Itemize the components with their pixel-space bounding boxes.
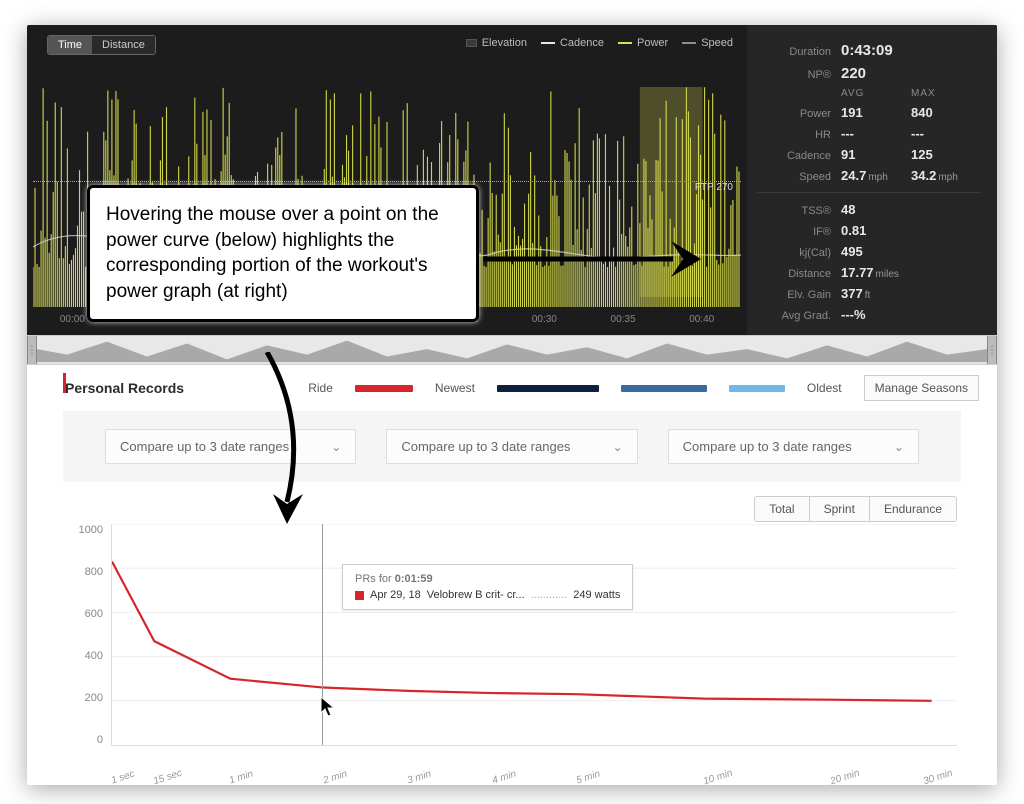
duration-value: 0:43:09 — [841, 42, 981, 59]
cadence-avg: 91 — [841, 147, 911, 162]
speed-avg: 24.7mph — [841, 168, 911, 183]
pr-title: Personal Records — [65, 380, 184, 396]
tab-total[interactable]: Total — [755, 497, 808, 521]
stats-panel: Duration 0:43:09 NP® 220 AVG MAX Power 1… — [747, 25, 997, 335]
toggle-distance[interactable]: Distance — [92, 36, 155, 54]
speed-max: 34.2mph — [911, 168, 981, 183]
manage-seasons-button[interactable]: Manage Seasons — [864, 375, 979, 401]
tab-sprint[interactable]: Sprint — [809, 497, 869, 521]
legend-elevation[interactable]: Elevation — [466, 37, 527, 49]
np-value: 220 — [841, 65, 981, 82]
x-axis-toggle[interactable]: Time Distance — [47, 35, 156, 55]
personal-records-panel: Personal Records Ride Newest Oldest Mana… — [27, 365, 997, 776]
duration-label: Duration — [757, 46, 841, 58]
annotation-arrow-down — [247, 352, 327, 532]
power-curve-tooltip: PRs for 0:01:59 Apr 29, 18 Velobrew B cr… — [342, 564, 633, 610]
annotation-callout: Hovering the mouse over a point on the p… — [87, 185, 479, 322]
ride-bar — [355, 385, 413, 392]
chevron-down-icon: ⌄ — [894, 440, 904, 454]
compare-ranges-row: Compare up to 3 date ranges⌄ Compare up … — [63, 411, 961, 482]
annotation-arrow-right — [483, 229, 703, 289]
power-curve-chart[interactable]: Total Sprint Endurance 10008006004002000 — [63, 496, 961, 776]
tab-endurance[interactable]: Endurance — [869, 497, 956, 521]
season-bar-mid — [621, 385, 707, 392]
power-max: 840 — [911, 105, 981, 120]
y-axis: 10008006004002000 — [63, 524, 103, 746]
compare-range-3[interactable]: Compare up to 3 date ranges⌄ — [668, 429, 919, 464]
np-label: NP® — [757, 69, 841, 81]
chevron-down-icon: ⌄ — [331, 440, 341, 454]
toggle-time[interactable]: Time — [48, 36, 92, 54]
compare-range-2[interactable]: Compare up to 3 date ranges⌄ — [386, 429, 637, 464]
range-scrubber[interactable] — [27, 335, 997, 365]
scrub-handle-right[interactable] — [987, 336, 997, 364]
tooltip-series-swatch — [355, 591, 364, 600]
legend-speed[interactable]: Speed — [682, 37, 733, 49]
season-bar-oldest — [729, 385, 785, 392]
scrub-handle-left[interactable] — [27, 336, 37, 364]
cadence-max: 125 — [911, 147, 981, 162]
curve-category-tabs[interactable]: Total Sprint Endurance — [754, 496, 957, 522]
power-avg: 191 — [841, 105, 911, 120]
legend-cadence[interactable]: Cadence — [541, 37, 604, 49]
season-bar-newest — [497, 385, 599, 392]
graph-legend: Elevation Cadence Power Speed — [466, 37, 733, 49]
hover-indicator-line — [322, 524, 323, 745]
chevron-down-icon: ⌄ — [613, 440, 623, 454]
legend-power[interactable]: Power — [618, 37, 668, 49]
